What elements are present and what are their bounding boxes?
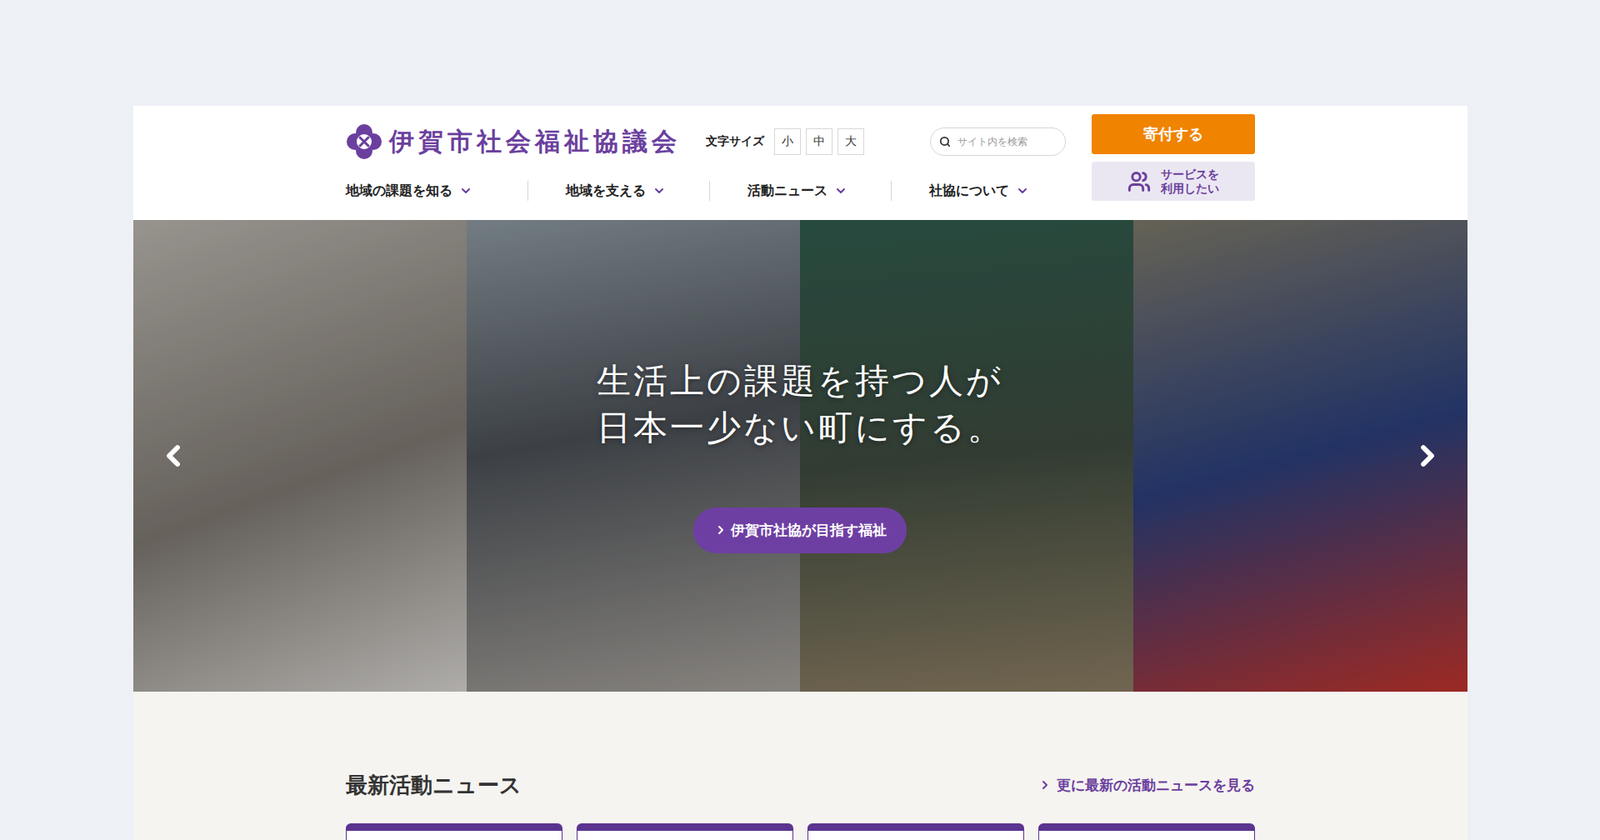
news-section: 最新活動ニュース 更に最新の活動ニュースを見る xyxy=(133,691,1468,840)
page: 伊賀市社会福祉協議会文字サイズ小中大地域の課題を知る地域を支える活動ニュース社協… xyxy=(133,105,1468,840)
nav-item[interactable]: 社協について xyxy=(890,180,1073,201)
font-size-button[interactable]: 中 xyxy=(805,128,833,155)
news-title: 最新活動ニュース xyxy=(345,770,522,800)
header-actions: 寄付するサービスを利用したい xyxy=(1091,114,1255,220)
hero-slider: 生活上の課題を持つ人が日本一少ない町にする。伊賀市社協が目指す福祉 xyxy=(133,220,1468,692)
chevron-down-icon xyxy=(1015,184,1030,198)
hero-overlay: 生活上の課題を持つ人が日本一少ない町にする。伊賀市社協が目指す福祉 xyxy=(133,220,1468,692)
search-input[interactable] xyxy=(955,135,1057,149)
header-main: 伊賀市社会福祉協議会文字サイズ小中大地域の課題を知る地域を支える活動ニュース社協… xyxy=(345,114,1066,220)
font-size-label: 文字サイズ xyxy=(705,134,765,150)
news-card[interactable] xyxy=(1038,823,1255,840)
news-cards xyxy=(345,823,1255,840)
logo-icon xyxy=(345,123,383,160)
news-header: 最新活動ニュース 更に最新の活動ニュースを見る xyxy=(345,768,1255,802)
font-size-button[interactable]: 小 xyxy=(774,128,801,155)
logo[interactable]: 伊賀市社会福祉協議会 xyxy=(345,123,681,160)
font-size-group: 文字サイズ小中大 xyxy=(705,128,865,155)
header-inner: 伊賀市社会福祉協議会文字サイズ小中大地域の課題を知る地域を支える活動ニュース社協… xyxy=(345,114,1255,220)
news-card[interactable] xyxy=(576,823,794,840)
prev-slide-button[interactable] xyxy=(156,439,190,473)
chevron-right-icon xyxy=(714,523,728,537)
nav-item[interactable]: 地域を支える xyxy=(527,180,710,201)
chevron-right-icon xyxy=(1038,778,1052,792)
service-button[interactable]: サービスを利用したい xyxy=(1091,161,1255,201)
service-text: サービスを利用したい xyxy=(1160,167,1220,195)
nav-item[interactable]: 地域の課題を知る xyxy=(345,180,528,201)
news-inner: 最新活動ニュース 更に最新の活動ニュースを見る xyxy=(345,768,1255,840)
nav-label: 地域の課題を知る xyxy=(345,182,453,200)
nav-label: 地域を支える xyxy=(565,182,646,200)
hero-headline: 生活上の課題を持つ人が日本一少ない町にする。 xyxy=(596,358,1005,451)
chevron-down-icon xyxy=(834,184,848,198)
chevron-down-icon xyxy=(459,184,473,198)
search-box[interactable] xyxy=(930,127,1066,156)
nav-item[interactable]: 活動ニュース xyxy=(709,180,891,201)
search-icon xyxy=(939,135,951,148)
news-card[interactable] xyxy=(345,823,563,840)
arrow-right-icon xyxy=(1410,439,1445,473)
people-icon xyxy=(1127,170,1151,194)
logo-text: 伊賀市社会福祉協議会 xyxy=(389,125,681,160)
hero-cta-button[interactable]: 伊賀市社協が目指す福祉 xyxy=(693,507,907,554)
news-card[interactable] xyxy=(807,823,1025,840)
header-top-row: 伊賀市社会福祉協議会文字サイズ小中大 xyxy=(345,114,1066,170)
donate-button[interactable]: 寄付する xyxy=(1091,114,1255,155)
nav-label: 社協について xyxy=(929,182,1010,200)
arrow-left-icon xyxy=(156,439,190,473)
header: 伊賀市社会福祉協議会文字サイズ小中大地域の課題を知る地域を支える活動ニュース社協… xyxy=(133,105,1468,220)
nav-label: 活動ニュース xyxy=(747,182,828,200)
font-size-button[interactable]: 大 xyxy=(837,128,865,155)
chevron-down-icon xyxy=(652,184,666,198)
main-nav: 地域の課題を知る 地域を支える 活動ニュース 社協について xyxy=(345,169,1066,213)
next-slide-button[interactable] xyxy=(1410,439,1445,473)
more-news-link[interactable]: 更に最新の活動ニュースを見る xyxy=(1038,775,1255,795)
